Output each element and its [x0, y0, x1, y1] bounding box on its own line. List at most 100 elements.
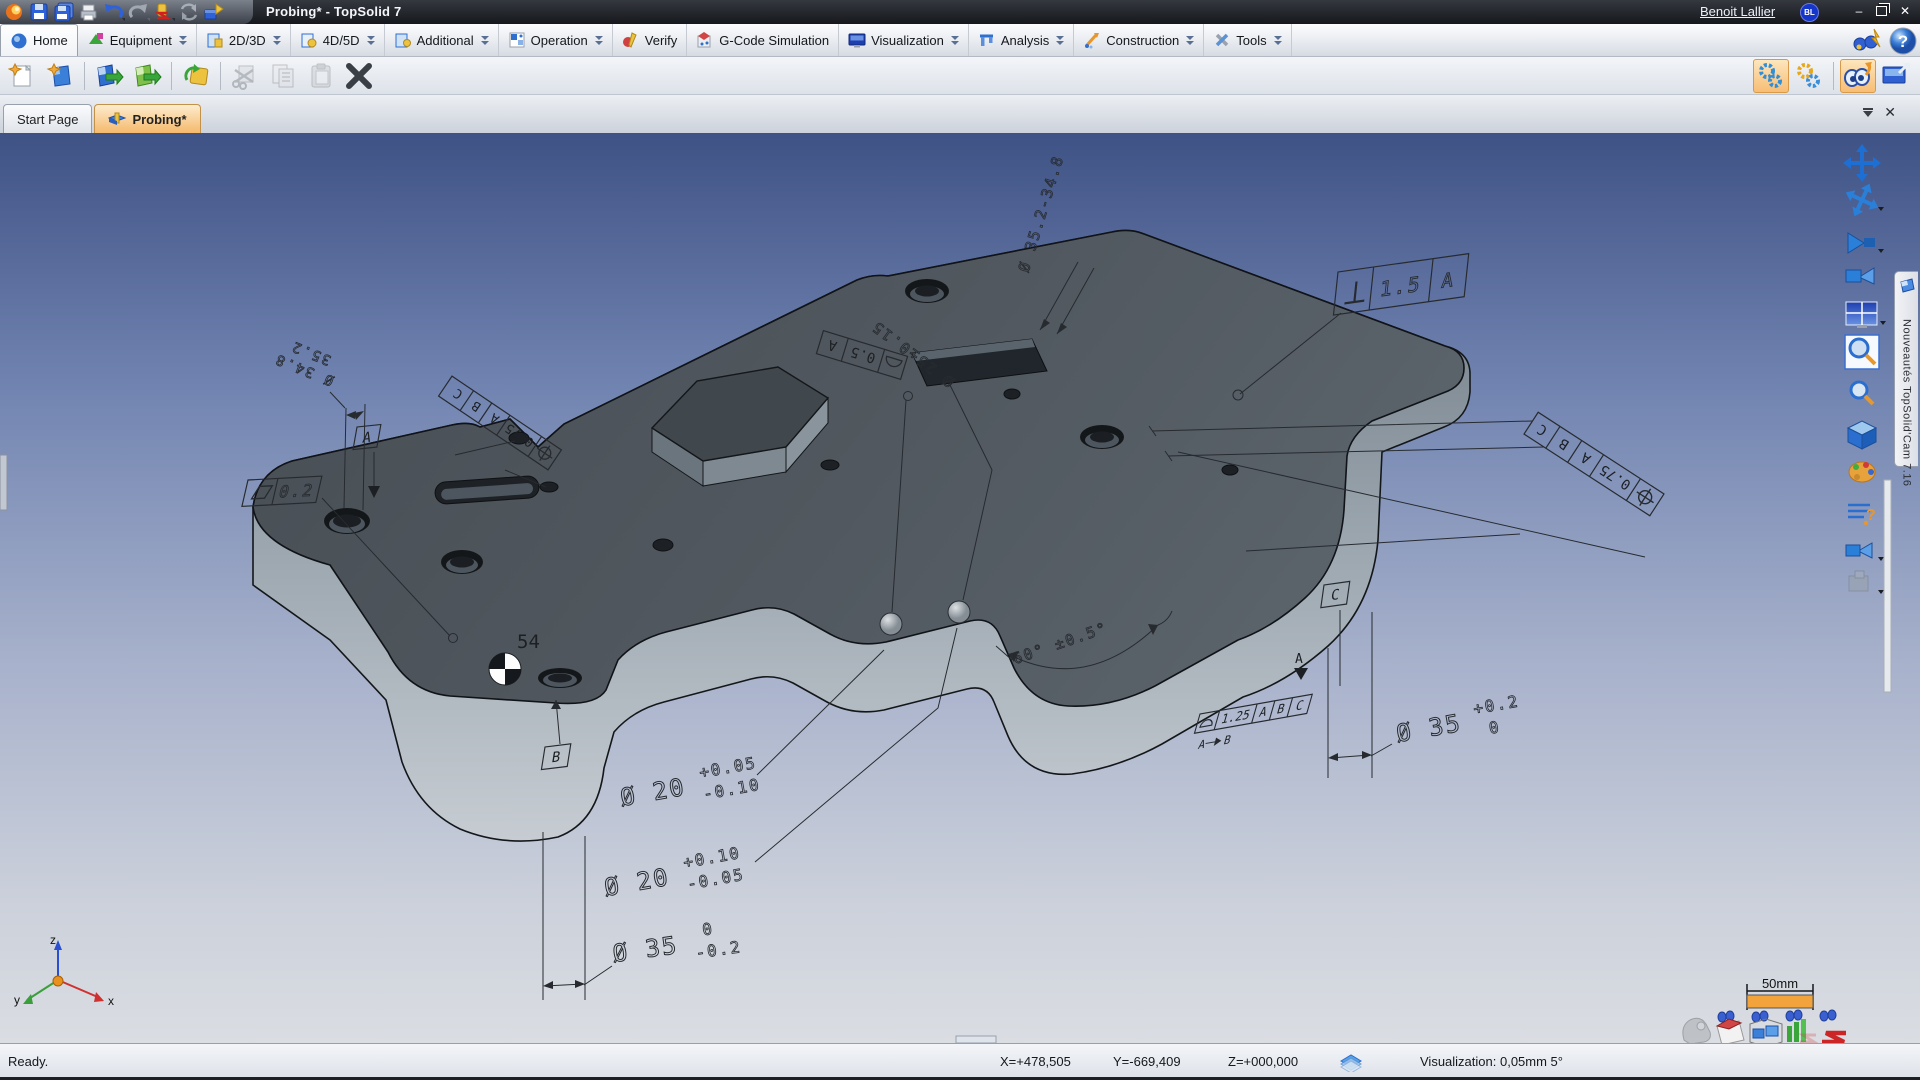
export-icon[interactable]	[203, 2, 225, 22]
chevron-down-icon[interactable]	[367, 36, 375, 45]
paste-button[interactable]	[303, 59, 339, 93]
new-document-button[interactable]	[42, 59, 78, 93]
print-icon[interactable]	[78, 2, 100, 22]
refresh-icon[interactable]	[178, 2, 200, 22]
tab-probing[interactable]: Probing*	[94, 104, 200, 133]
reload-document-button[interactable]	[178, 59, 214, 93]
chevron-down-icon[interactable]	[1056, 36, 1064, 45]
camera-direction-icon[interactable]	[1846, 543, 1872, 558]
new-part-button[interactable]	[4, 59, 40, 93]
hole-right-foot	[1080, 425, 1124, 449]
user-avatar[interactable]: BL	[1800, 3, 1819, 22]
zoom-window-tool-selected[interactable]	[1845, 335, 1879, 369]
document-additional-icon	[394, 31, 412, 49]
visual-check-button[interactable]	[1840, 59, 1876, 93]
ribbon-tab-label: Tools	[1236, 33, 1266, 48]
camera-view-icon[interactable]	[1846, 268, 1874, 284]
delete-button[interactable]	[341, 59, 377, 93]
ribbon-tab-2d3d[interactable]: 2D/3D	[197, 24, 291, 56]
operation-icon	[508, 31, 526, 49]
ribbon-tab-tools[interactable]: Tools	[1204, 24, 1291, 56]
toolbar-separator	[1833, 62, 1834, 90]
small-hole	[1222, 465, 1238, 475]
probe-pin	[880, 613, 902, 635]
copy-button[interactable]	[265, 59, 301, 93]
close-button[interactable]: ✕	[1896, 3, 1914, 19]
chevron-down-icon[interactable]	[595, 36, 603, 45]
panel-splitter-handle[interactable]	[1884, 480, 1891, 692]
ribbon-tab-operation[interactable]: Operation	[499, 24, 613, 56]
save-icon[interactable]	[28, 2, 50, 22]
probe-pin	[948, 601, 970, 623]
tools-icon	[1213, 31, 1231, 49]
news-panel-tab[interactable]: Nouveautés TopSolid'Cam 7.16	[1894, 271, 1918, 467]
open-green-button[interactable]	[129, 59, 165, 93]
tab-list-dropdown-icon[interactable]	[1862, 108, 1874, 117]
ribbon-tab-equipment[interactable]: Equipment	[78, 24, 197, 56]
viewport-canvas[interactable]: Ø 35.2-34.8 1.5 A 0.75 A	[0, 133, 1920, 1043]
ribbon-tab-additional[interactable]: Additional	[385, 24, 499, 56]
axis-x-label: x	[108, 994, 114, 1008]
ribbon-tab-4d5d[interactable]: 4D/5D	[291, 24, 385, 56]
news-panel-title: Nouveautés TopSolid'Cam 7.16	[1901, 319, 1913, 487]
options-gears-button[interactable]	[1753, 59, 1789, 93]
restore-button[interactable]	[1872, 3, 1890, 19]
document-2d3d-icon	[206, 31, 224, 49]
tab-close-icon[interactable]: ✕	[1884, 104, 1896, 121]
verify-icon	[622, 31, 640, 49]
settings-gears-button[interactable]	[1791, 59, 1827, 93]
small-hole	[1004, 389, 1020, 399]
ribbon-tab-label: Analysis	[1001, 33, 1049, 48]
tab-start-page[interactable]: Start Page	[3, 104, 92, 133]
cut-button[interactable]	[227, 59, 263, 93]
minimize-button[interactable]: –	[1850, 3, 1868, 19]
svg-text:0.2: 0.2	[277, 481, 316, 502]
ribbon-tab-bar: Home Equipment 2D/3D 4D/5D Additional Op…	[0, 24, 1920, 57]
layers-icon[interactable]	[1338, 1052, 1364, 1072]
svg-text:A: A	[1295, 652, 1303, 667]
undo-icon[interactable]	[103, 2, 125, 22]
simulate-icon[interactable]	[153, 2, 175, 22]
save-all-icon[interactable]	[53, 2, 75, 22]
hole-left-foot	[538, 668, 582, 688]
search-binoculars-icon[interactable]	[1850, 27, 1884, 55]
chevron-down-icon[interactable]	[951, 36, 959, 45]
ribbon-tab-verify[interactable]: Verify	[613, 24, 688, 56]
ribbon-tab-visualization[interactable]: Visualization	[839, 24, 969, 56]
ribbon-tab-gcode-simulation[interactable]: G-Code Simulation	[687, 24, 839, 56]
tab-label: Start Page	[17, 112, 78, 127]
ribbon-tab-analysis[interactable]: Analysis	[969, 24, 1074, 56]
topsolid-window: Probing* - TopSolid 7 Benoit Lallier BL …	[0, 0, 1920, 1080]
render-palette-icon[interactable]	[1849, 462, 1875, 482]
user-account-link[interactable]: Benoit Lallier	[1700, 4, 1775, 19]
visualization-icon	[848, 31, 866, 49]
document-tab-strip: Start Page Probing*	[0, 95, 1920, 133]
viewport-3d[interactable]: Ø 35.2-34.8 1.5 A 0.75 A	[0, 133, 1920, 1043]
chevron-down-icon[interactable]	[1186, 36, 1194, 45]
target-symbol-icon	[489, 653, 521, 685]
screen-capture-button[interactable]	[1878, 59, 1914, 93]
chevron-down-icon[interactable]	[481, 36, 489, 45]
ribbon-tab-label: Visualization	[871, 33, 944, 48]
ribbon-tab-label: Operation	[531, 33, 588, 48]
ribbon-tab-home[interactable]: Home	[0, 24, 78, 56]
ribbon-tab-label: G-Code Simulation	[719, 33, 829, 48]
viewport-layout-icon[interactable]	[1846, 302, 1877, 328]
chevron-down-icon[interactable]	[179, 36, 187, 45]
toolbar-right-group	[1753, 59, 1920, 93]
gcode-simulation-icon	[696, 31, 714, 49]
chevron-down-icon[interactable]	[1274, 36, 1282, 45]
bottom-scroll-handle[interactable]	[956, 1036, 996, 1043]
status-bar: Ready. X=+478,505 Y=-669,409 Z=+000,000 …	[0, 1043, 1920, 1080]
chevron-down-icon[interactable]	[273, 36, 281, 45]
help-icon[interactable]: ?	[1888, 26, 1918, 56]
small-hole	[540, 482, 558, 492]
redo-icon[interactable]	[128, 2, 150, 22]
ribbon-tab-construction[interactable]: Construction	[1074, 24, 1204, 56]
open-document-button[interactable]	[91, 59, 127, 93]
ribbon-tab-label: 2D/3D	[229, 33, 266, 48]
tab-strip-controls: ✕	[1862, 104, 1896, 121]
toolbar-separator	[84, 62, 85, 90]
left-edge-tab[interactable]	[0, 455, 7, 510]
title-bar: Probing* - TopSolid 7 Benoit Lallier BL …	[0, 0, 1920, 24]
